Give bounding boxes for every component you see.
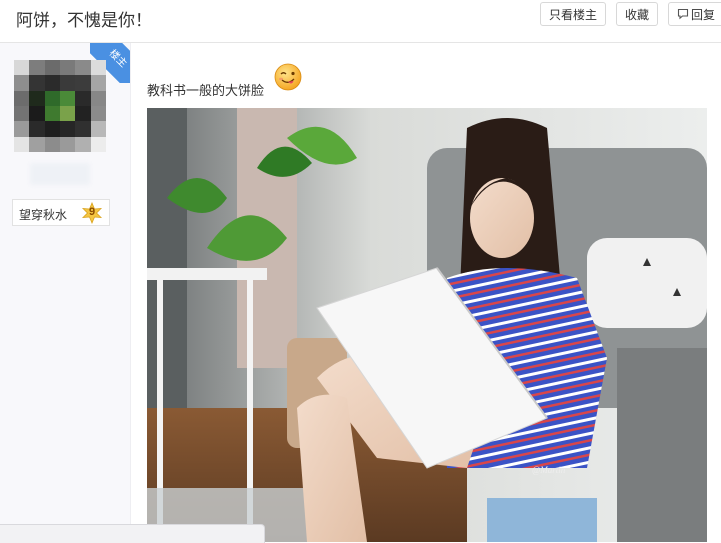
avatar[interactable] — [14, 60, 106, 152]
reply-button[interactable]: 回复 — [668, 2, 721, 26]
tongue-face-emoji-icon — [273, 62, 303, 92]
comment-icon — [677, 4, 689, 28]
photo-watermark: @Martin — [532, 465, 566, 475]
level-badge: 9 — [81, 202, 103, 224]
rank-title: 望穿秋水 — [19, 208, 68, 222]
thread-title: 阿饼，不愧是你！ — [16, 11, 152, 30]
post-text: 教科书一般的大饼脸 — [147, 83, 265, 98]
post-photo[interactable]: @Martin — [147, 108, 707, 542]
favorite-button[interactable]: 收藏 — [616, 2, 658, 26]
rank-box: 望穿秋水 9 — [12, 199, 110, 226]
reply-label: 回复 — [691, 8, 716, 22]
username-blurred[interactable] — [30, 163, 90, 185]
level-number: 9 — [88, 206, 96, 218]
bottom-scrollbar[interactable] — [0, 524, 265, 543]
only-op-button[interactable]: 只看楼主 — [540, 2, 606, 26]
thread-header: 阿饼，不愧是你！ 只看楼主 收藏 回复 — [0, 0, 721, 43]
